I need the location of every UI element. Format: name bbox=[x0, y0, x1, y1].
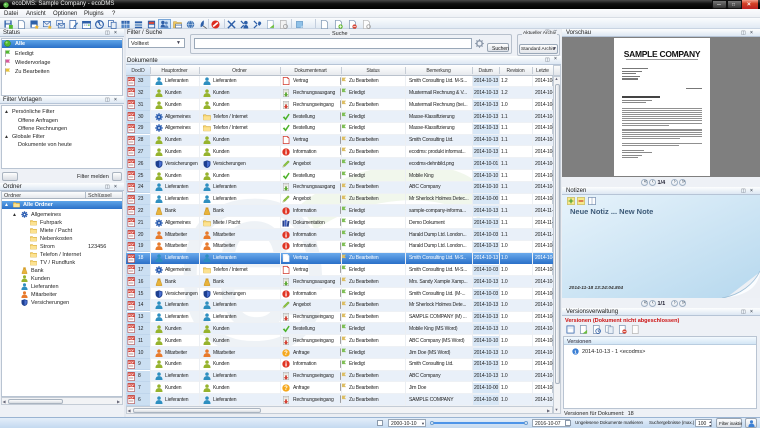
svg-text:?: ? bbox=[284, 351, 288, 357]
svg-text:PDF: PDF bbox=[128, 101, 134, 105]
svg-text:PDF: PDF bbox=[128, 360, 134, 364]
svg-text:PDF: PDF bbox=[128, 160, 134, 164]
svg-text:1: 1 bbox=[574, 349, 577, 355]
svg-text:PDF: PDF bbox=[128, 230, 134, 234]
svg-text:PDF: PDF bbox=[128, 242, 134, 246]
svg-text:PDF: PDF bbox=[128, 136, 134, 140]
svg-text:PDF: PDF bbox=[128, 183, 134, 187]
svg-text:PDF: PDF bbox=[128, 207, 134, 211]
svg-text:PDF: PDF bbox=[128, 219, 134, 223]
svg-text:PDF: PDF bbox=[128, 148, 134, 152]
svg-text:PDF: PDF bbox=[128, 254, 134, 258]
svg-text:PDF: PDF bbox=[128, 266, 134, 270]
svg-text:PDF: PDF bbox=[128, 171, 134, 175]
svg-text:PDF: PDF bbox=[128, 313, 134, 317]
svg-text:PDF: PDF bbox=[128, 124, 134, 128]
svg-text:PDF: PDF bbox=[128, 372, 134, 376]
svg-text:PDF: PDF bbox=[128, 289, 134, 293]
svg-text:PDF: PDF bbox=[128, 195, 134, 199]
svg-text:?: ? bbox=[284, 386, 288, 392]
svg-text:PDF: PDF bbox=[128, 301, 134, 305]
svg-text:PDF: PDF bbox=[128, 384, 134, 388]
svg-text:PDF: PDF bbox=[128, 348, 134, 352]
svg-text:PDF: PDF bbox=[128, 325, 134, 329]
svg-text:PDF: PDF bbox=[128, 337, 134, 341]
svg-text:PDF: PDF bbox=[128, 278, 134, 282]
svg-text:PDF: PDF bbox=[128, 89, 134, 93]
svg-text:PDF: PDF bbox=[128, 112, 134, 116]
svg-text:PDF: PDF bbox=[128, 396, 134, 400]
svg-text:PDF: PDF bbox=[128, 77, 134, 81]
